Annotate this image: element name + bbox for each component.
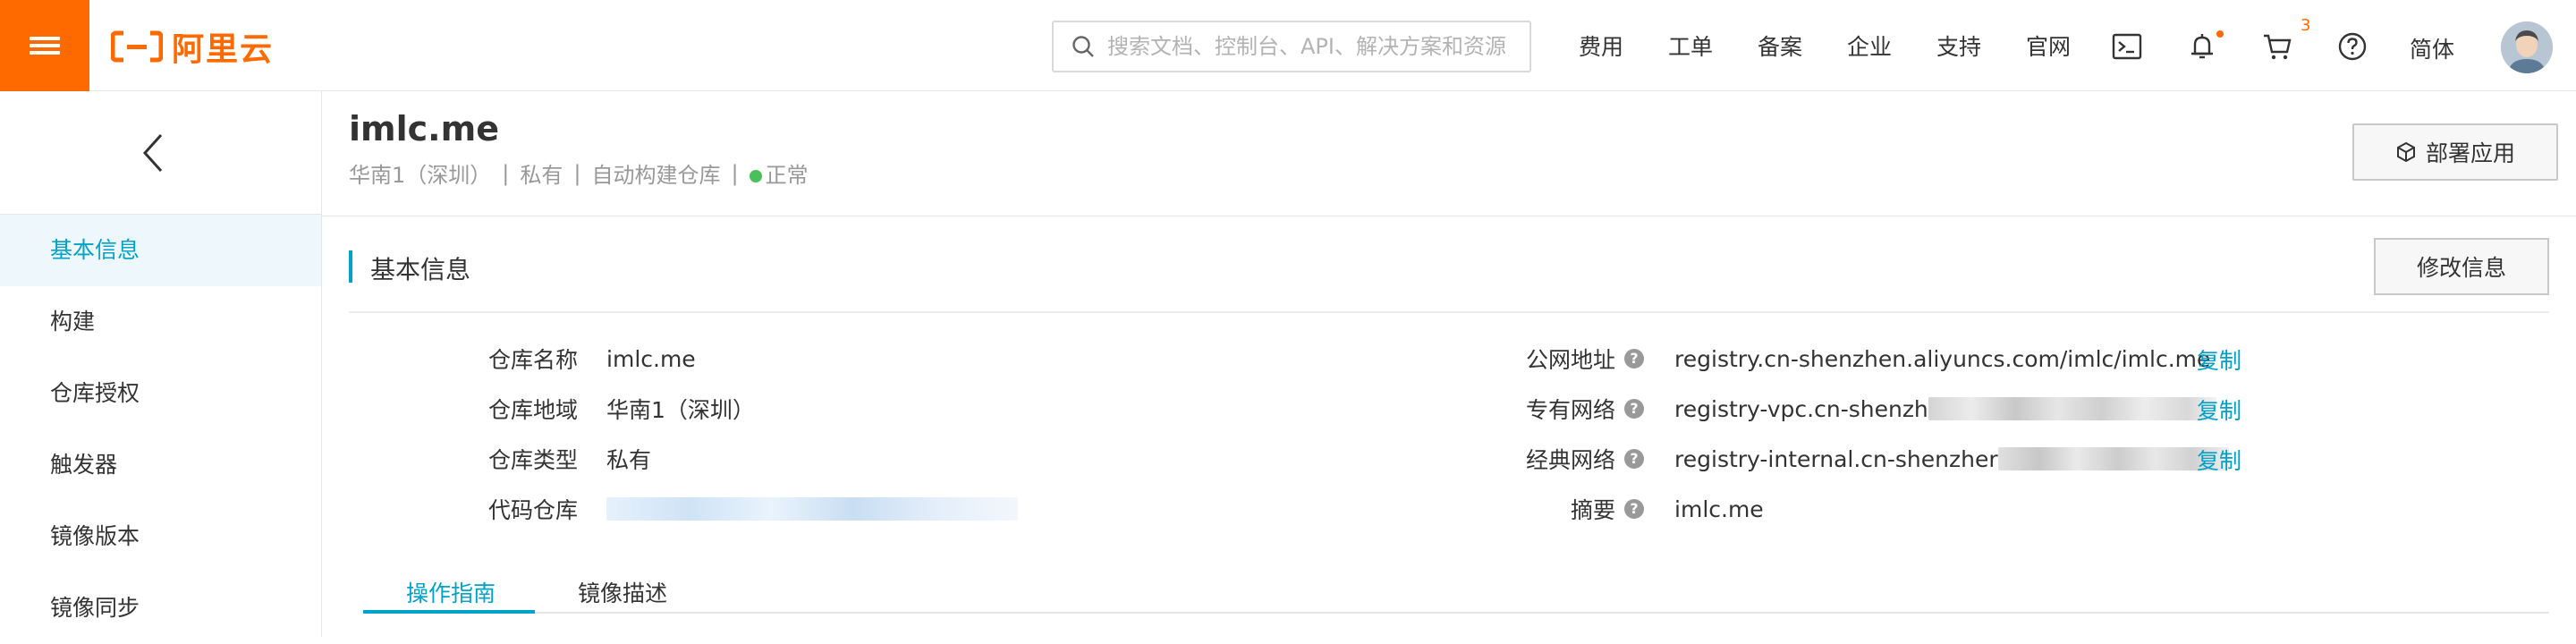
info-value: imlc.me	[606, 345, 696, 372]
info-label: 仓库类型	[488, 447, 579, 473]
repo-header: imlc.me 华南1（深圳） | 私有 | 自动构建仓库 | 正常 部署应用	[322, 91, 2576, 216]
status-dot-icon	[749, 170, 762, 182]
hamburger-icon	[30, 33, 60, 58]
info-label: 摘要	[1571, 497, 1616, 523]
sidebar-item-image-versions[interactable]: 镜像版本	[0, 501, 321, 572]
logo[interactable]: 阿里云	[111, 27, 274, 68]
info-row-repo-region: 仓库地域 华南1（深圳）	[488, 391, 755, 427]
status-badge: 正常	[749, 157, 809, 189]
repo-meta: 华南1（深圳） | 私有 | 自动构建仓库 | 正常	[349, 157, 809, 189]
user-avatar-icon	[2501, 21, 2553, 73]
copy-public-address-link[interactable]: 复制	[2197, 343, 2241, 376]
help-icon[interactable]: ?	[1624, 499, 1645, 519]
redacted-code-repo	[606, 497, 1019, 521]
avatar[interactable]	[2501, 21, 2553, 73]
cart-count-badge: 3	[2301, 16, 2311, 35]
deploy-app-label: 部署应用	[2425, 140, 2515, 166]
sidebar-item-image-sync[interactable]: 镜像同步	[0, 572, 321, 644]
repo-region: 华南1（深圳）	[349, 163, 492, 188]
active-tab-underline	[363, 610, 535, 614]
content-tabs: 操作指南 镜像描述	[363, 569, 2549, 614]
info-label: 公网地址	[1526, 347, 1616, 373]
meta-divider: |	[502, 160, 510, 186]
meta-divider: |	[573, 160, 581, 186]
search-icon	[1072, 36, 1094, 57]
back-area	[0, 91, 321, 215]
meta-divider: |	[731, 160, 739, 186]
menu-button[interactable]	[0, 0, 89, 91]
help-icon[interactable]: ?	[1624, 349, 1645, 369]
nav-official-site[interactable]: 官网	[2004, 30, 2093, 62]
help-icon[interactable]: ?	[1624, 399, 1645, 419]
top-nav: 费用 工单 备案 企业 支持 官网	[1556, 0, 2093, 91]
section-accent-bar	[349, 250, 352, 283]
info-label: 专有网络	[1526, 397, 1616, 423]
info-value: registry.cn-shenzhen.aliyuncs.com/imlc/i…	[1674, 345, 2211, 372]
nav-icp[interactable]: 备案	[1735, 30, 1825, 62]
info-row-repo-type: 仓库类型 私有	[488, 441, 651, 477]
logo-text: 阿里云	[172, 31, 275, 68]
info-value: imlc.me	[1674, 496, 1764, 522]
redacted-vpc-address	[1928, 397, 2216, 420]
info-row-classic-address: 经典网络 ? registry-internal.cn-shenzher	[1526, 441, 2229, 477]
info-row-code-repo: 代码仓库	[488, 491, 1019, 527]
cart-icon[interactable]	[2261, 30, 2293, 63]
info-label: 经典网络	[1526, 447, 1616, 473]
help-icon[interactable]	[2336, 30, 2368, 63]
language-switch[interactable]: 简体	[2410, 32, 2454, 64]
sidebar-item-triggers[interactable]: 触发器	[0, 429, 321, 501]
info-label: 代码仓库	[488, 497, 579, 523]
info-label: 仓库名称	[488, 347, 579, 373]
info-row-public-address: 公网地址 ? registry.cn-shenzhen.aliyuncs.com…	[1526, 341, 2210, 377]
top-bar: 阿里云 费用 工单 备案 企业 支持 官网 3	[0, 0, 2576, 91]
bell-icon[interactable]	[2186, 30, 2218, 63]
info-row-digest: 摘要 ? imlc.me	[1571, 491, 1764, 527]
sidebar: 基本信息 构建 仓库授权 触发器 镜像版本 镜像同步	[0, 91, 322, 637]
nav-enterprise[interactable]: 企业	[1825, 30, 1914, 62]
nav-billing[interactable]: 费用	[1556, 30, 1646, 62]
info-value: 华南1（深圳）	[606, 397, 755, 423]
tab-image-description[interactable]: 镜像描述	[578, 576, 667, 608]
edit-info-button[interactable]: 修改信息	[2374, 238, 2549, 295]
search-input[interactable]	[1107, 34, 1519, 59]
sidebar-item-repo-auth[interactable]: 仓库授权	[0, 358, 321, 429]
copy-classic-address-link[interactable]: 复制	[2197, 444, 2241, 476]
info-row-repo-name: 仓库名称 imlc.me	[488, 341, 696, 377]
info-label: 仓库地域	[488, 397, 579, 423]
info-value: registry-internal.cn-shenzher	[1674, 445, 1998, 472]
tab-operation-guide[interactable]: 操作指南	[406, 576, 496, 608]
sidebar-item-basic-info[interactable]: 基本信息	[0, 215, 321, 286]
deploy-app-button[interactable]: 部署应用	[2352, 123, 2558, 181]
basic-info-section-header: 基本信息 修改信息	[349, 238, 2549, 313]
aliyun-logo-icon	[111, 30, 163, 63]
terminal-icon[interactable]	[2111, 30, 2143, 63]
info-value: 私有	[606, 447, 652, 473]
help-icon[interactable]: ?	[1624, 449, 1645, 469]
info-row-vpc-address: 专有网络 ? registry-vpc.cn-shenzh	[1526, 391, 2216, 427]
sidebar-item-build[interactable]: 构建	[0, 286, 321, 358]
repo-build-type: 自动构建仓库	[591, 163, 721, 188]
search-box[interactable]	[1052, 21, 1531, 72]
notification-dot	[2216, 30, 2224, 38]
section-title: 基本信息	[370, 255, 471, 284]
copy-vpc-address-link[interactable]: 复制	[2197, 394, 2241, 426]
redacted-classic-address	[1997, 447, 2229, 470]
nav-tickets[interactable]: 工单	[1646, 30, 1735, 62]
nav-support[interactable]: 支持	[1914, 30, 2004, 62]
repo-type: 私有	[520, 163, 564, 188]
chevron-left-icon[interactable]	[141, 132, 165, 174]
page-title: imlc.me	[349, 109, 499, 148]
info-value: registry-vpc.cn-shenzh	[1674, 395, 1928, 422]
cube-icon	[2396, 141, 2415, 163]
